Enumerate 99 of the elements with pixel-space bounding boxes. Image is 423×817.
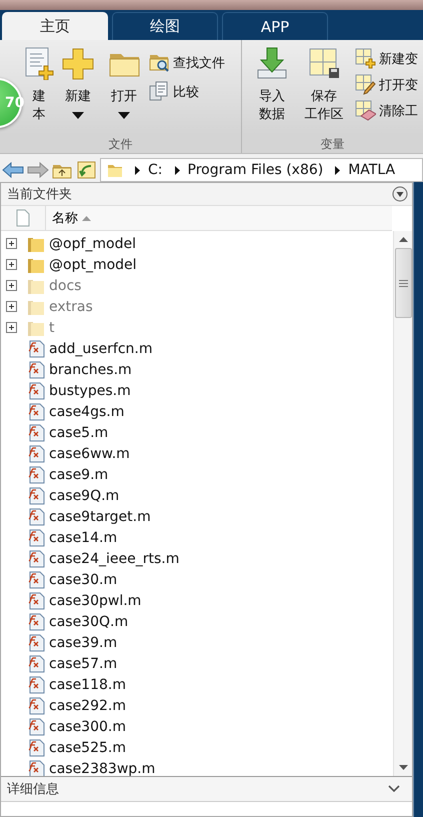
- chevron-right-icon: [135, 166, 140, 174]
- file-name[interactable]: case6ww.m: [49, 446, 130, 462]
- function-file-icon: [27, 508, 45, 526]
- file-name[interactable]: branches.m: [49, 362, 132, 378]
- grid-disk-icon: [307, 46, 341, 80]
- file-name[interactable]: case14.m: [49, 530, 118, 546]
- function-file-icon: [27, 570, 45, 588]
- scrollbar-thumb[interactable]: [394, 248, 412, 318]
- file-name[interactable]: case292.m: [49, 698, 126, 714]
- toolbar-button[interactable]: 打开: [102, 46, 146, 119]
- file-name[interactable]: case30Q.m: [49, 614, 128, 630]
- scroll-down-icon: [398, 765, 408, 770]
- file-name[interactable]: case2383wp.m: [49, 760, 156, 776]
- expand-icon: [6, 322, 17, 333]
- toolbar-button[interactable]: 建 本: [24, 46, 54, 124]
- file-name[interactable]: case57.m: [49, 656, 118, 672]
- function-file-icon: [27, 634, 45, 652]
- file-name[interactable]: case525.m: [49, 740, 126, 756]
- toolbar-button[interactable]: 新建: [56, 46, 100, 119]
- file-name[interactable]: t: [49, 320, 54, 336]
- file-name[interactable]: case9.m: [49, 466, 108, 482]
- file-name[interactable]: case9target.m: [49, 508, 151, 524]
- file-name[interactable]: case300.m: [49, 718, 126, 734]
- toolbar-button[interactable]: 打开变: [354, 72, 419, 97]
- menu-icon: [392, 186, 408, 202]
- path-field[interactable]: C: Program Files (x86) MATLA: [100, 158, 423, 182]
- expand-icon: [6, 238, 17, 249]
- function-file-icon: [27, 424, 45, 442]
- file-name[interactable]: docs: [49, 278, 82, 294]
- tab[interactable]: APP: [222, 12, 328, 40]
- function-file-icon: [27, 718, 45, 736]
- grid-eraser-icon: [355, 100, 376, 121]
- file-name[interactable]: case30pwl.m: [49, 592, 142, 608]
- document-icon: [16, 209, 30, 227]
- grip-icon: [398, 280, 408, 286]
- function-file-icon: [27, 676, 45, 694]
- caret-icon: [72, 112, 84, 119]
- scrollbar[interactable]: [393, 231, 412, 776]
- toolbar-button[interactable]: 保存 工作区: [302, 46, 346, 124]
- function-file-icon: [27, 382, 45, 400]
- function-file-icon: [27, 444, 45, 462]
- path-segment[interactable]: Program Files (x86): [188, 162, 324, 178]
- file-name[interactable]: case39.m: [49, 634, 118, 650]
- toolbar-button[interactable]: 比较: [148, 79, 226, 104]
- file-name[interactable]: @opf_model: [49, 236, 136, 252]
- column-header[interactable]: 名称: [46, 206, 392, 230]
- caret-icon: [118, 112, 130, 119]
- grid-plus-icon: [355, 48, 376, 69]
- function-file-icon: [27, 340, 45, 358]
- function-file-icon: [27, 592, 45, 610]
- expand-icon: [6, 259, 17, 270]
- function-file-icon: [27, 550, 45, 568]
- section-label: 文件: [0, 135, 241, 153]
- tab[interactable]: 绘图: [112, 12, 218, 40]
- function-file-icon: [27, 402, 45, 420]
- back-arrow-icon: [2, 162, 24, 178]
- chevron-right-icon: [335, 166, 340, 174]
- folder-icon: [107, 162, 123, 178]
- chevron-right-icon: [174, 166, 180, 174]
- file-name[interactable]: add_userfcn.m: [49, 340, 152, 356]
- function-file-icon: [27, 738, 45, 756]
- sort-ascending-icon: [82, 216, 91, 221]
- file-name[interactable]: case24_ieee_rts.m: [49, 550, 180, 566]
- function-file-icon: [27, 360, 45, 378]
- function-file-icon: [27, 466, 45, 484]
- function-file-icon: [27, 612, 45, 630]
- function-file-icon: [27, 486, 45, 504]
- toolbar-button[interactable]: 新建变: [354, 46, 419, 71]
- expand-icon: [6, 301, 17, 312]
- path-segment[interactable]: MATLA: [348, 162, 396, 178]
- file-name[interactable]: case5.m: [49, 424, 108, 440]
- toolbar-button[interactable]: 清除工: [354, 98, 419, 123]
- file-name[interactable]: bustypes.m: [49, 382, 131, 398]
- panel-title: 当前文件夹: [7, 186, 72, 203]
- panel-title: 详细信息: [7, 781, 59, 798]
- function-file-icon: [27, 696, 45, 714]
- scroll-up-icon: [398, 237, 408, 242]
- function-file-icon: [27, 654, 45, 672]
- function-file-icon: [27, 528, 45, 546]
- toolbar-button[interactable]: 导入 数据: [250, 46, 294, 124]
- toolbar-button[interactable]: 查找文件: [148, 50, 226, 75]
- plus-icon: [61, 46, 95, 80]
- file-name[interactable]: @opt_model: [49, 256, 137, 272]
- file-name[interactable]: case9Q.m: [49, 488, 120, 504]
- download-arrow-icon: [255, 46, 289, 80]
- file-name[interactable]: case30.m: [49, 572, 118, 588]
- file-name[interactable]: case4gs.m: [49, 404, 124, 420]
- grid-pencil-icon: [355, 74, 376, 95]
- expand-icon: [6, 280, 17, 291]
- file-name[interactable]: extras: [49, 298, 93, 314]
- file-name[interactable]: case118.m: [49, 676, 126, 692]
- path-segment[interactable]: C:: [148, 162, 162, 178]
- folder-browse-icon: [75, 161, 97, 179]
- section-label: 变量: [242, 135, 423, 153]
- documents-icon: [149, 81, 170, 102]
- tab[interactable]: 主页: [2, 12, 108, 40]
- folder-search-icon: [149, 52, 170, 73]
- chevron-down-icon: [388, 785, 400, 793]
- forward-arrow-icon: [27, 162, 49, 178]
